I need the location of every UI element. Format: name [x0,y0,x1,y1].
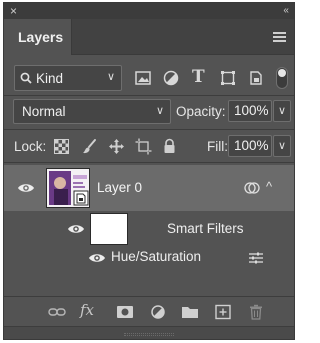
smart-filter-mask-thumbnail[interactable] [90,213,128,245]
layers-panel: × ‹‹ Layers Kind ∨ T Normal ∨ Opacity: 1… [3,2,295,340]
tab-layers-label: Layers [18,29,64,45]
adjustment-filter-icon[interactable] [162,69,180,87]
link-layers-icon[interactable] [48,304,66,320]
lock-transparent-icon[interactable] [53,138,70,155]
panel-title-bar: × ‹‹ [4,3,294,19]
smart-filter-indicator-icon[interactable] [244,181,260,195]
blend-row: Normal ∨ Opacity: 100% ∨ [4,98,294,126]
new-layer-icon[interactable] [214,304,232,320]
lock-row: Lock: Fill: 100% ∨ [4,133,294,161]
smart-filters-row[interactable]: Smart Filters [4,211,294,245]
opacity-dropdown-icon[interactable]: ∨ [273,100,291,122]
lock-image-icon[interactable] [81,138,98,155]
opacity-input[interactable]: 100% [228,100,272,122]
resize-grip [124,333,174,336]
layer-row-layer-0[interactable]: Layer 0 ^ [4,165,294,211]
search-icon [20,72,32,84]
layer-thumbnail [46,168,90,208]
lock-all-icon[interactable] [161,138,178,155]
add-mask-icon[interactable] [116,304,134,320]
smart-object-filter-icon[interactable] [247,69,265,87]
fill-dropdown-icon[interactable]: ∨ [273,135,291,157]
filter-kind-select[interactable]: Kind ∨ [14,65,122,91]
collapse-effects-caret-icon[interactable]: ^ [266,179,272,194]
new-group-folder-icon[interactable] [181,304,199,320]
shape-filter-icon[interactable] [219,69,237,87]
filter-row-hue-saturation[interactable]: Hue/Saturation [4,247,294,269]
collapse-icon[interactable]: ‹‹ [283,4,289,18]
visibility-eye-icon[interactable] [17,182,35,194]
bottom-toolbar: fx [4,296,294,326]
filter-visibility-eye-icon[interactable] [88,252,106,264]
close-icon[interactable]: × [10,4,17,18]
delete-layer-icon[interactable] [247,304,265,320]
blend-mode-value: Normal [22,104,66,119]
chevron-down-icon: ∨ [106,71,115,83]
panel-resize-handle[interactable] [4,326,294,339]
divider [4,129,294,130]
smart-filters-label: Smart Filters [167,221,244,236]
pixel-filter-icon[interactable] [134,69,152,87]
smart-filters-visibility-eye-icon[interactable] [67,223,85,235]
blend-mode-select[interactable]: Normal ∨ [13,99,171,124]
filter-kind-label: Kind [36,71,64,86]
filter-blending-options-icon[interactable] [248,251,264,265]
fill-input[interactable]: 100% [228,135,272,157]
tab-layers[interactable]: Layers [4,19,72,55]
filter-name[interactable]: Hue/Saturation [111,249,201,264]
chevron-down-icon: ∨ [155,105,164,117]
filter-toggle[interactable] [276,67,288,89]
opacity-label: Opacity: [176,104,226,119]
layer-name[interactable]: Layer 0 [97,180,142,195]
new-adjustment-layer-icon[interactable] [149,304,167,320]
divider [4,95,294,96]
lock-artboard-icon[interactable] [135,138,152,155]
lock-position-icon[interactable] [108,138,125,155]
lock-label: Lock: [14,139,47,154]
panel-menu-icon[interactable] [273,32,286,42]
filter-row: Kind ∨ T [4,63,294,93]
fill-label: Fill: [207,139,228,154]
layers-list: Layer 0 ^ Smart Filters Hue/Saturation [4,163,294,296]
fx-icon[interactable]: fx [80,301,94,319]
type-filter-icon[interactable]: T [192,67,205,87]
panel-tab-row: Layers [4,19,294,55]
